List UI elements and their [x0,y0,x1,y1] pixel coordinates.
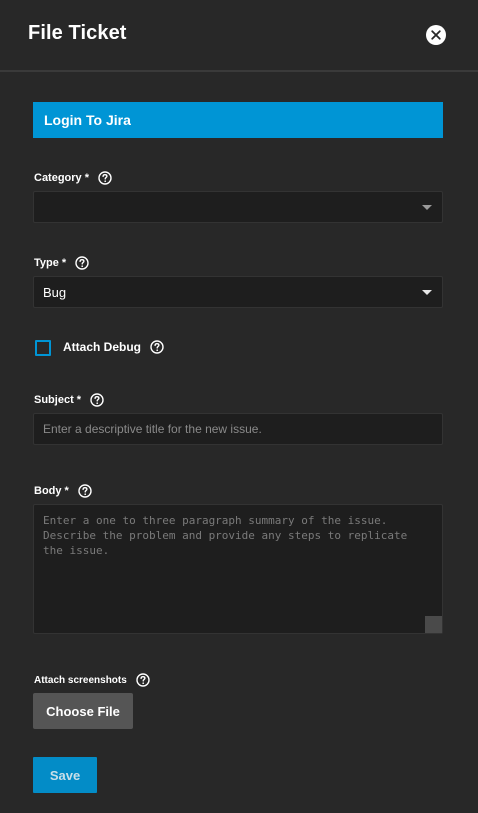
chevron-down-icon [422,290,432,295]
body-label: Body * [34,484,92,498]
choose-file-button[interactable]: Choose File [33,693,133,729]
help-icon[interactable] [150,340,164,354]
body-label-text: Body [34,485,62,497]
category-label: Category * [34,171,112,185]
save-button[interactable]: Save [33,757,97,793]
body-textarea[interactable] [33,504,443,634]
dialog-title: File Ticket [28,22,127,44]
attach-screenshots-label: Attach screenshots [34,673,150,687]
dialog-header: File Ticket [0,0,478,72]
attach-debug-label: Attach Debug [63,340,164,354]
type-label-text: Type [34,257,59,269]
subject-label: Subject * [34,393,104,407]
close-button[interactable] [426,25,446,45]
login-to-jira-button[interactable]: Login To Jira [33,102,443,138]
body-required-mark: * [64,485,69,497]
help-icon[interactable] [78,484,92,498]
subject-required-mark: * [76,394,82,406]
chevron-down-icon [422,205,432,210]
help-icon[interactable] [136,673,150,687]
type-select-value: Bug [43,285,67,300]
attach-debug-checkbox[interactable] [35,340,51,356]
login-to-jira-label: Login To Jira [44,112,131,128]
attach-debug-label-text: Attach Debug [63,340,141,354]
category-required-mark: * [84,172,89,184]
file-ticket-dialog: File Ticket Login To Jira Category * Typ… [0,0,478,813]
help-icon[interactable] [90,393,104,407]
subject-label-text: Subject [34,394,74,406]
help-icon[interactable] [75,256,89,270]
type-select[interactable]: Bug [33,276,443,308]
attach-screenshots-label-text: Attach screenshots [34,674,127,686]
type-label: Type * [34,256,89,270]
subject-input[interactable] [33,413,443,445]
type-required-mark: * [61,257,67,269]
category-label-text: Category [34,172,82,184]
help-icon[interactable] [98,171,112,185]
close-icon [431,30,441,40]
category-select[interactable] [33,191,443,223]
textarea-resize-handle[interactable] [425,616,442,633]
